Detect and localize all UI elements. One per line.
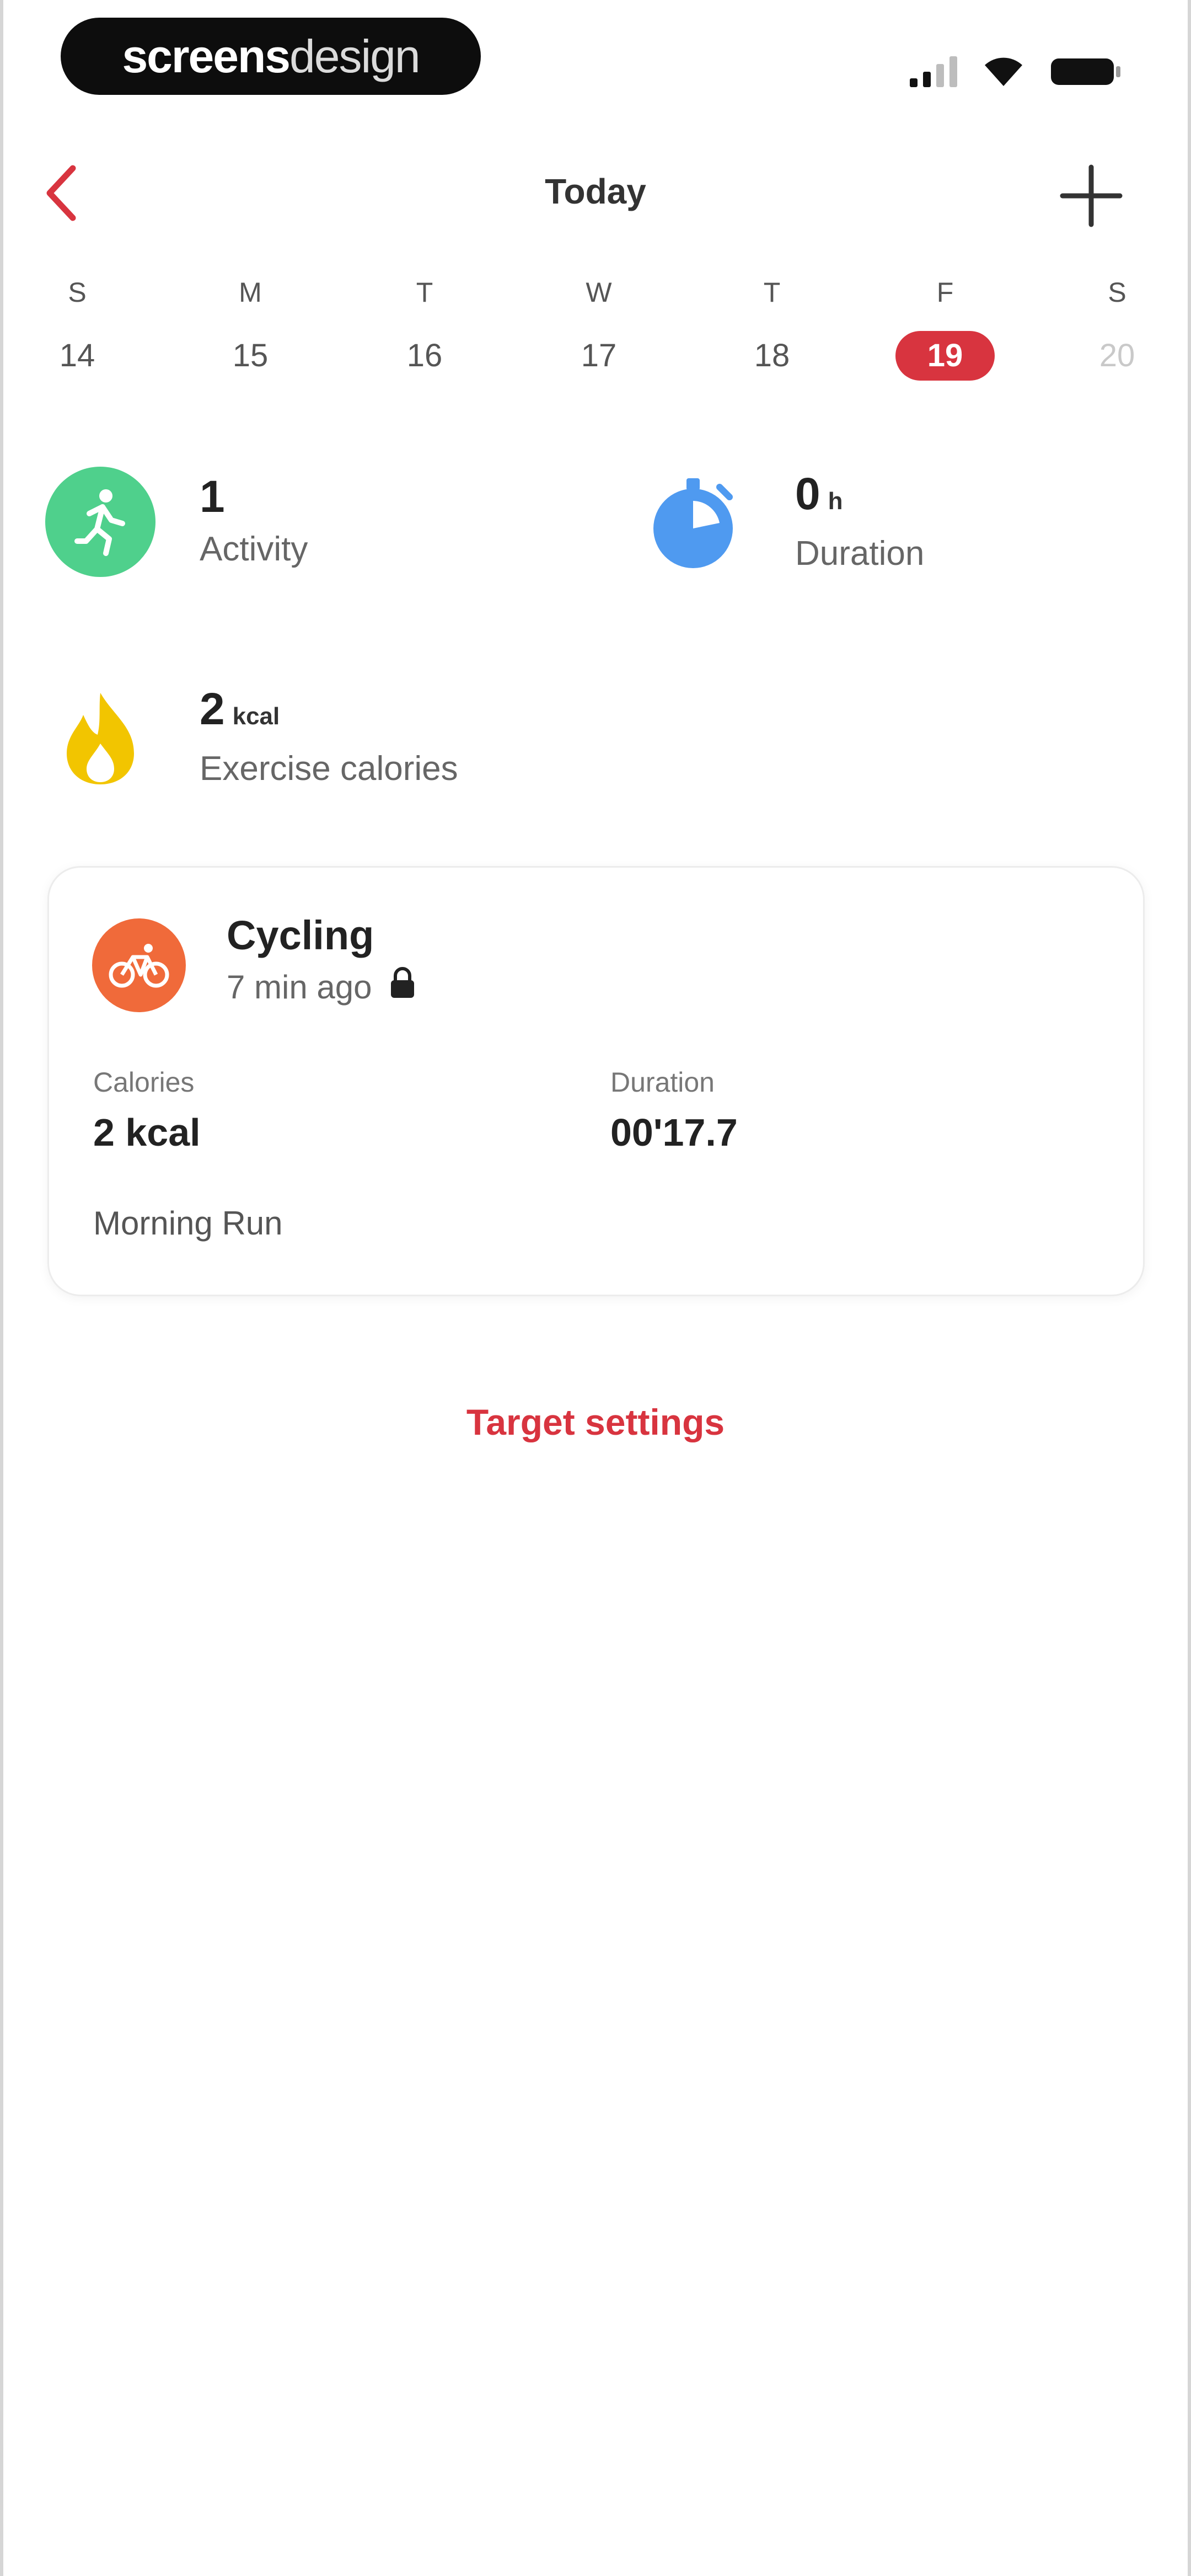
- calories-metric-value: 2 kcal: [93, 1111, 201, 1154]
- duration-stat: 0h Duration: [641, 467, 924, 579]
- day-letter: S: [68, 277, 87, 308]
- day-letter: S: [1108, 277, 1126, 308]
- running-figure-icon: [45, 467, 155, 577]
- plus-icon: [1060, 164, 1123, 227]
- day-friday-19-selected[interactable]: F 19: [890, 270, 1000, 381]
- day-number: 20: [1099, 338, 1135, 373]
- calories-value: 2 kcal: [200, 682, 458, 744]
- day-number: 18: [754, 338, 790, 373]
- brand-logo: screens design: [61, 18, 481, 95]
- nav-bar: Today: [3, 143, 1188, 243]
- calories-metric-label: Calories: [93, 1067, 195, 1098]
- day-sunday-14[interactable]: S 14: [22, 270, 132, 381]
- activity-card-cycling[interactable]: Cycling 7 min ago Calories 2 kcal Durati…: [47, 866, 1145, 1296]
- page-title: Today: [545, 172, 646, 211]
- day-number: 14: [59, 338, 95, 373]
- status-bar: screens design: [3, 0, 1188, 110]
- lock-icon: [389, 967, 416, 1007]
- card-time: 7 min ago: [227, 967, 416, 1007]
- duration-metric-value: 00'17.7: [610, 1111, 738, 1154]
- day-letter: M: [239, 277, 262, 308]
- time-ago: 7 min ago: [227, 968, 372, 1006]
- duration-label: Duration: [795, 535, 925, 573]
- day-tuesday-16[interactable]: T 16: [369, 270, 480, 381]
- stopwatch-icon: [641, 468, 751, 578]
- brand-logo-light: design: [289, 30, 421, 82]
- cellular-signal-icon: [910, 54, 957, 87]
- day-thursday-18[interactable]: T 18: [717, 270, 827, 381]
- day-wednesday-17[interactable]: W 17: [544, 270, 654, 381]
- calories-stat-text: 2 kcal Exercise calories: [200, 682, 458, 794]
- day-letter: T: [763, 277, 781, 308]
- day-letter: F: [936, 277, 954, 308]
- duration-number: 0: [795, 469, 820, 519]
- day-letter: W: [586, 277, 612, 308]
- duration-metric-label: Duration: [610, 1067, 715, 1098]
- day-number: 19: [895, 331, 995, 381]
- card-title: Cycling: [227, 912, 374, 958]
- activity-note: Morning Run: [93, 1205, 283, 1242]
- calories-stat: 2 kcal Exercise calories: [45, 682, 458, 794]
- add-button[interactable]: [1055, 160, 1127, 232]
- day-number: 16: [406, 338, 443, 373]
- bicycle-icon: [92, 918, 186, 1012]
- flame-icon: [45, 683, 155, 793]
- wifi-icon: [983, 55, 1024, 87]
- day-saturday-20[interactable]: S 20: [1062, 270, 1172, 381]
- activity-value: 1: [200, 469, 308, 525]
- day-letter: T: [416, 277, 433, 308]
- duration-value: 0h: [795, 467, 924, 529]
- status-icons: [910, 49, 1122, 87]
- week-strip: S 14 M 15 T 16 W 17 T 18 F 19 S 20: [3, 270, 1188, 403]
- day-number: 17: [581, 338, 617, 373]
- calories-unit: kcal: [232, 703, 280, 730]
- duration-unit: h: [828, 488, 843, 515]
- activity-stat-text: 1 Activity: [200, 469, 308, 574]
- app-screen: screens design Today S 14 M 15 T 16 W 17…: [0, 0, 1191, 2576]
- brand-logo-bold: screens: [122, 30, 291, 82]
- activity-stat: 1 Activity: [45, 467, 308, 577]
- day-number: 15: [232, 338, 269, 373]
- target-settings-link[interactable]: Target settings: [3, 1401, 1188, 1443]
- activity-count: 1: [200, 472, 225, 522]
- activity-label: Activity: [200, 530, 308, 568]
- battery-icon: [1050, 56, 1122, 87]
- duration-stat-text: 0h Duration: [795, 467, 924, 579]
- calories-label: Exercise calories: [200, 750, 458, 788]
- day-monday-15[interactable]: M 15: [195, 270, 305, 381]
- calories-number: 2: [200, 684, 225, 734]
